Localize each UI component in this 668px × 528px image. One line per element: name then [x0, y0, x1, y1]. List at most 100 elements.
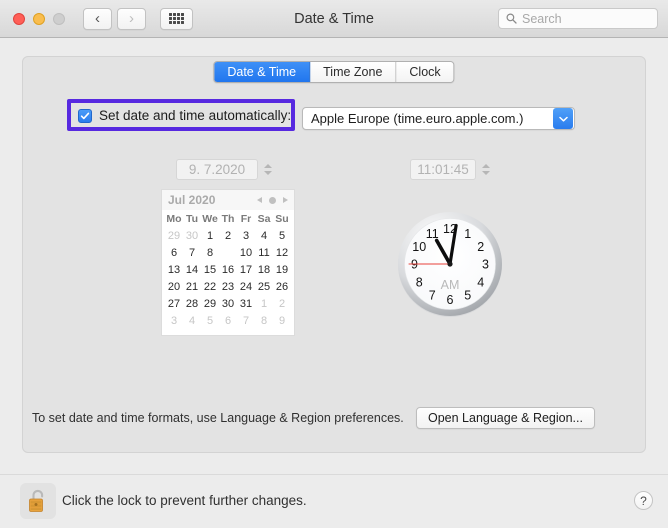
- calendar-day[interactable]: 2: [273, 296, 291, 313]
- calendar-day[interactable]: 21: [183, 279, 201, 296]
- checkmark-icon: [80, 112, 90, 119]
- date-stepper: [262, 159, 273, 180]
- calendar-day[interactable]: 8: [255, 313, 273, 330]
- clock-numeral: 2: [477, 240, 484, 254]
- calendar-day-grid[interactable]: 29 30 1 2 3 4 5 6 7 8 9 10 11 12 13 14 15 16 17 18 19 20 21 22 2…: [162, 227, 294, 330]
- calendar-day[interactable]: 23: [219, 279, 237, 296]
- zoom-button: [53, 12, 65, 25]
- clock-numeral: 7: [429, 288, 436, 302]
- calendar-day[interactable]: 2: [219, 228, 237, 245]
- calendar-day[interactable]: 26: [273, 279, 291, 296]
- set-automatically-row[interactable]: Set date and time automatically:: [78, 108, 291, 123]
- navigation-buttons: ‹ ›: [83, 7, 146, 30]
- search-input[interactable]: Search: [498, 8, 658, 29]
- set-automatically-checkbox[interactable]: [78, 108, 92, 123]
- clock-numeral: 6: [447, 293, 454, 307]
- help-button[interactable]: ?: [634, 491, 653, 510]
- calendar-day[interactable]: 4: [255, 228, 273, 245]
- grid-dots: [169, 13, 184, 24]
- analog-clock: 12 1 2 3 4 5 6 7 8 9 10 11 AM: [394, 208, 506, 320]
- calendar-weekday: We: [202, 213, 218, 225]
- time-server-value: Apple Europe (time.euro.apple.com.): [311, 111, 524, 126]
- clock-numeral: 5: [464, 288, 471, 302]
- calendar-widget[interactable]: Jul 2020 Mo Tu We Th Fr Sa Su 29 30 1 2 3 4 5 6 7 8 9 10 1…: [161, 189, 295, 336]
- calendar-header: Jul 2020: [162, 190, 294, 210]
- calendar-day[interactable]: 4: [183, 313, 201, 330]
- calendar-day[interactable]: 13: [165, 262, 183, 279]
- calendar-day[interactable]: 3: [165, 313, 183, 330]
- calendar-weekday: Sa: [257, 213, 271, 225]
- tab-date-time[interactable]: Date & Time: [214, 62, 311, 82]
- close-button[interactable]: [13, 12, 25, 25]
- previous-month-icon[interactable]: [257, 197, 262, 203]
- clock-face: 12 1234567891011 AM: [398, 212, 502, 317]
- today-icon[interactable]: [269, 196, 276, 204]
- calendar-day[interactable]: 3: [237, 228, 255, 245]
- calendar-day[interactable]: 1: [201, 228, 219, 245]
- calendar-day[interactable]: 29: [165, 228, 183, 245]
- clock-numeral: 1: [464, 227, 471, 241]
- forward-button: ›: [117, 7, 146, 30]
- chevron-glyph: [558, 116, 568, 122]
- window-titlebar: ‹ › Date & Time Search: [0, 0, 668, 38]
- calendar-day[interactable]: 5: [273, 228, 291, 245]
- calendar-day[interactable]: 29: [201, 296, 219, 313]
- open-language-region-button[interactable]: Open Language & Region...: [416, 407, 595, 429]
- time-server-dropdown[interactable]: Apple Europe (time.euro.apple.com.): [302, 107, 575, 130]
- calendar-day[interactable]: 8: [201, 245, 219, 262]
- calendar-weekday: Mo: [166, 213, 182, 225]
- calendar-day[interactable]: 1: [255, 296, 273, 313]
- calendar-day[interactable]: 17: [237, 262, 255, 279]
- time-field: 11:01:45: [410, 159, 476, 180]
- calendar-day-selected[interactable]: 9: [219, 245, 237, 262]
- clock-numeral: 3: [482, 258, 489, 272]
- tab-clock[interactable]: Clock: [396, 62, 454, 82]
- calendar-day[interactable]: 6: [219, 313, 237, 330]
- back-button[interactable]: ‹: [83, 7, 112, 30]
- search-placeholder: Search: [522, 11, 562, 26]
- calendar-nav: [257, 196, 288, 204]
- calendar-day[interactable]: 25: [255, 279, 273, 296]
- calendar-weekday: Fr: [240, 213, 252, 225]
- calendar-day[interactable]: 9: [273, 313, 291, 330]
- calendar-day[interactable]: 31: [237, 296, 255, 313]
- calendar-day[interactable]: 22: [201, 279, 219, 296]
- date-field: 9. 7.2020: [176, 159, 258, 180]
- calendar-day[interactable]: 20: [165, 279, 183, 296]
- stepper-up-icon: [481, 164, 490, 168]
- calendar-day[interactable]: 7: [183, 245, 201, 262]
- chevron-down-icon[interactable]: [553, 108, 573, 129]
- traffic-lights: [13, 12, 65, 25]
- calendar-day[interactable]: 12: [273, 245, 291, 262]
- calendar-day[interactable]: 5: [201, 313, 219, 330]
- time-stepper: [480, 159, 491, 180]
- calendar-day[interactable]: 16: [219, 262, 237, 279]
- calendar-day[interactable]: 14: [183, 262, 201, 279]
- stepper-up-icon: [263, 164, 272, 168]
- clock-numeral: 9: [411, 258, 418, 272]
- unlocked-padlock-icon[interactable]: [20, 483, 56, 519]
- calendar-day[interactable]: 30: [183, 228, 201, 245]
- calendar-weekday: Tu: [185, 213, 199, 225]
- calendar-weekday: Su: [275, 213, 289, 225]
- clock-numeral: 4: [477, 275, 484, 289]
- calendar-day[interactable]: 30: [219, 296, 237, 313]
- tab-time-zone[interactable]: Time Zone: [310, 62, 397, 82]
- next-month-icon[interactable]: [283, 197, 288, 203]
- calendar-day[interactable]: 7: [237, 313, 255, 330]
- set-automatically-label: Set date and time automatically:: [99, 108, 292, 123]
- calendar-day[interactable]: 10: [237, 245, 255, 262]
- calendar-day[interactable]: 18: [255, 262, 273, 279]
- calendar-weekday-row: Mo Tu We Th Fr Sa Su: [162, 210, 294, 227]
- calendar-day[interactable]: 28: [183, 296, 201, 313]
- calendar-day[interactable]: 6: [165, 245, 183, 262]
- date-stepper-group: 9. 7.2020: [176, 159, 273, 180]
- calendar-day[interactable]: 19: [273, 262, 291, 279]
- calendar-day[interactable]: 15: [201, 262, 219, 279]
- calendar-day[interactable]: 24: [237, 279, 255, 296]
- calendar-day[interactable]: 11: [255, 245, 273, 262]
- calendar-day[interactable]: 27: [165, 296, 183, 313]
- minimize-button[interactable]: [33, 12, 45, 25]
- time-stepper-group: 11:01:45: [410, 159, 491, 180]
- show-all-icon[interactable]: [160, 7, 193, 30]
